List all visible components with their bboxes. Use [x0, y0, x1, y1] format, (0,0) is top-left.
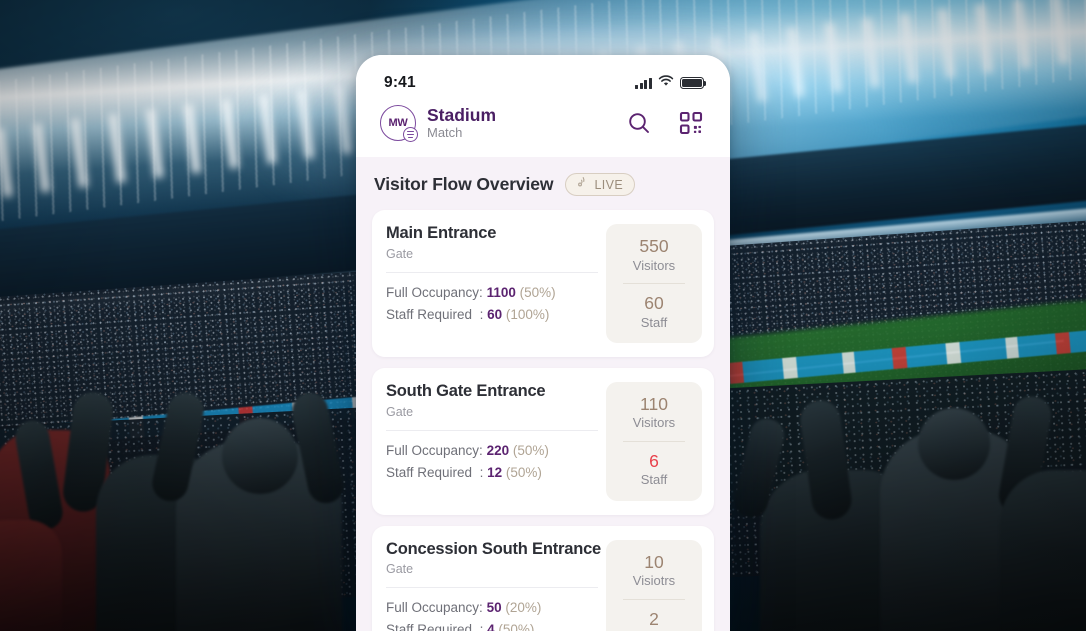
full-occupancy-percent: (50%)	[519, 284, 556, 300]
section-header: Visitor Flow Overview LIVE	[372, 173, 714, 210]
staff-required-percent: (100%)	[505, 306, 550, 322]
staff-required-label: Staff Required	[386, 622, 473, 631]
card-stats-panel: 10Visiotrs 2Staff	[606, 539, 702, 631]
stat-divider	[622, 440, 686, 442]
visitors-count: 10	[644, 551, 664, 572]
live-label: LIVE	[594, 177, 624, 192]
card-stats-panel: 550 Visitors 60 Staff	[606, 224, 702, 343]
staff-required-label: Staff Required	[386, 464, 473, 480]
visitors-stat: 550 Visitors	[612, 233, 696, 277]
visitor-flow-card[interactable]: Main Entrance Gate Full Occupancy: 1100 (5…	[372, 210, 714, 357]
logo-initials: MW	[388, 117, 408, 130]
visitor-flow-card[interactable]: Concession South Entrance Gate Full Occupa…	[372, 525, 714, 631]
card-divider	[386, 271, 598, 273]
metric-colon: :	[479, 442, 483, 458]
status-bar: 9:41	[356, 55, 730, 101]
full-occupancy-percent: (20%)	[505, 600, 542, 616]
entrance-name: South Gate Entrance	[386, 381, 546, 400]
card-stats-panel: 110 Visitors 6 Staff	[606, 381, 702, 501]
staff-stat: 2Staff	[612, 606, 696, 631]
staff-count: 2	[649, 608, 659, 629]
qr-code-icon[interactable]	[678, 110, 704, 136]
visitors-stat: 110 Visitors	[612, 391, 696, 435]
card-divider	[386, 429, 598, 431]
staff-required-value: 12	[487, 464, 503, 480]
mw-logo-icon: MW	[380, 105, 418, 143]
card-main: Concession South Entrance Gate Full Occupa…	[386, 540, 606, 631]
logo-badge-icon	[403, 127, 418, 143]
full-occupancy-percent: (50%)	[512, 442, 549, 458]
metric-colon: :	[479, 464, 484, 480]
app-title: Stadium	[427, 105, 497, 125]
visitor-flow-card[interactable]: South Gate Entrance Gate Full Occupancy: 2…	[372, 367, 714, 515]
page-title: Visitor Flow Overview	[374, 174, 554, 195]
visitors-count: 550	[639, 236, 669, 257]
metric-colon: :	[479, 306, 484, 322]
entrance-type: Gate	[386, 246, 414, 261]
full-occupancy-value: 50	[486, 600, 502, 616]
entrance-type: Gate	[386, 562, 414, 577]
status-icons	[635, 74, 707, 92]
full-occupancy-value: 220	[486, 442, 510, 458]
full-occupancy-value: 1100	[486, 284, 516, 300]
staff-label: Staff	[640, 314, 668, 330]
brand: MW Stadium Match	[380, 105, 496, 143]
wifi-icon	[658, 74, 674, 92]
app-header: MW Stadium Match	[356, 101, 730, 158]
broadcast-icon	[575, 176, 588, 194]
visitors-label: Visiotrs	[632, 573, 676, 589]
full-occupancy-metric: Full Occupancy: 1100 (50%)	[386, 282, 598, 304]
staff-required-percent: (50%)	[498, 622, 535, 631]
staff-required-metric: Staff Required : 4 (50%)	[386, 619, 598, 631]
visitors-label: Visitors	[632, 415, 676, 431]
metric-colon: :	[479, 600, 483, 616]
staff-required-value: 4	[487, 622, 495, 631]
staff-stat: 6 Staff	[612, 448, 696, 492]
metric-colon: :	[479, 622, 484, 631]
metric-colon: :	[479, 284, 483, 300]
staff-required-label: Staff Required	[386, 306, 473, 322]
screen-body: Visitor Flow Overview LIVE Main Entrance…	[356, 157, 730, 631]
full-occupancy-label: Full Occupancy	[386, 600, 480, 616]
brand-text: Stadium Match	[427, 105, 496, 141]
staff-label: Staff	[640, 472, 668, 488]
cellular-signal-icon	[635, 77, 652, 89]
app-subtitle: Match	[427, 125, 463, 141]
card-main: South Gate Entrance Gate Full Occupancy: 2…	[386, 382, 606, 501]
stat-divider	[622, 282, 686, 284]
visitors-count: 110	[640, 393, 668, 414]
staff-required-metric: Staff Required : 60 (100%)	[386, 304, 598, 326]
staff-count: 6	[649, 450, 659, 471]
battery-icon	[680, 77, 707, 89]
entrance-name: Concession South Entrance	[386, 539, 602, 558]
full-occupancy-label: Full Occupancy	[386, 284, 480, 300]
full-occupancy-metric: Full Occupancy: 50 (20%)	[386, 597, 598, 619]
visitors-stat: 10 Visiotrs	[612, 549, 696, 593]
full-occupancy-label: Full Occupancy	[386, 442, 480, 458]
stat-divider	[622, 598, 686, 600]
status-time: 9:41	[384, 74, 416, 91]
entrance-name: Main Entrance	[386, 224, 497, 243]
live-status-badge[interactable]: LIVE	[565, 173, 636, 197]
staff-required-value: 60	[487, 306, 503, 322]
staff-required-metric: Staff Required : 12 (50%)	[386, 462, 598, 484]
staff-count: 60	[644, 292, 664, 313]
app-header-actions	[626, 110, 704, 136]
visitors-label: Visitors	[632, 257, 676, 273]
card-divider	[386, 587, 598, 589]
staff-stat: 60 Staff	[612, 290, 696, 334]
card-main: Main Entrance Gate Full Occupancy: 1100 (5…	[386, 224, 606, 343]
full-occupancy-metric: Full Occupancy: 220 (50%)	[386, 440, 598, 462]
visitor-flow-card-list: Main Entrance Gate Full Occupancy: 1100 (5…	[372, 210, 714, 631]
staff-required-percent: (50%)	[505, 464, 542, 480]
entrance-type: Gate	[386, 404, 414, 419]
phone-screen: 9:41 MW Stadium Match Visitor Flow Overv…	[356, 55, 730, 631]
search-icon[interactable]	[626, 110, 652, 136]
